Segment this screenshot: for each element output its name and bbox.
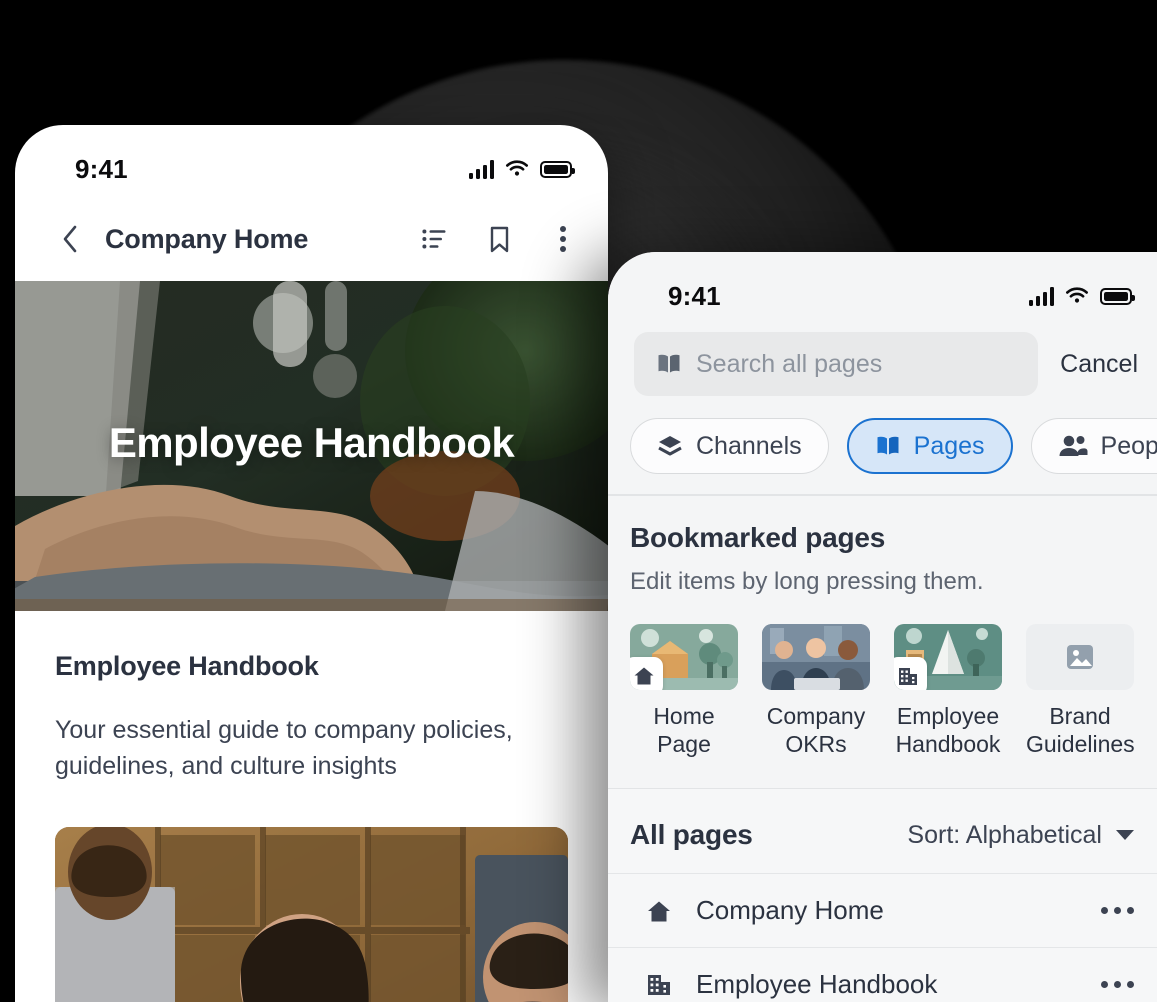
bookmark-icon[interactable] — [484, 224, 514, 254]
filter-chip-label: Channels — [696, 431, 802, 460]
screenshot-stage: 9:41 Company Home Employee Handbook Empl… — [0, 0, 1157, 1002]
article-paragraph: Your essential guide to company policies… — [55, 716, 513, 781]
bookmark-label: Home Page — [653, 702, 715, 757]
outline-list-icon[interactable] — [420, 224, 450, 254]
bookmark-thumbnail — [1026, 623, 1134, 690]
status-icons — [468, 159, 575, 179]
search-input[interactable]: Search all pages — [634, 332, 1039, 396]
navigation-bar: Company Home — [15, 197, 608, 281]
home-icon — [630, 656, 663, 690]
chevron-down-icon — [1116, 830, 1134, 841]
bookmarked-section: Bookmarked pages Edit items by long pres… — [608, 495, 1157, 788]
sort-dropdown[interactable]: Sort: Alphabetical — [907, 821, 1134, 850]
wifi-icon — [1066, 287, 1088, 303]
status-icons — [1028, 286, 1135, 306]
filter-chip-label: Pages — [913, 431, 985, 460]
cancel-button[interactable]: Cancel — [1060, 350, 1138, 379]
phone-company-home: 9:41 Company Home Employee Handbook Empl… — [15, 125, 608, 1002]
list-item-label: Employee Handbook — [696, 969, 938, 1000]
status-time: 9:41 — [75, 153, 128, 184]
home-icon — [648, 901, 670, 922]
filter-chip-label: People — [1100, 431, 1157, 460]
building-icon — [894, 656, 927, 690]
nav-actions — [420, 224, 578, 254]
bookmark-label: Company OKRs — [766, 702, 866, 757]
list-item-label: Company Home — [696, 895, 884, 926]
bookmark-card[interactable]: Home Page — [630, 623, 738, 762]
list-item[interactable]: Company Home — [608, 873, 1157, 947]
all-pages-section: All pages Sort: Alphabetical Company Hom… — [608, 789, 1157, 1002]
chevron-left-icon[interactable] — [53, 222, 87, 256]
phone-search-pages: 9:41 Search all pages Cancel Channels Pa… — [608, 252, 1157, 1002]
bookmark-label: Brand Guidelines — [1026, 702, 1135, 757]
filter-chips: Channels Pages People — [608, 396, 1157, 494]
building-icon — [648, 974, 670, 995]
search-row: Search all pages Cancel — [608, 324, 1157, 396]
status-bar-back: 9:41 — [15, 125, 608, 197]
people-icon — [1059, 435, 1088, 456]
search-placeholder: Search all pages — [696, 349, 883, 378]
article-body: Employee Handbook Your essential guide t… — [15, 611, 608, 1002]
pages-book-icon — [877, 436, 899, 455]
page-title: Company Home — [105, 223, 309, 254]
channels-layers-icon — [658, 436, 682, 456]
bookmark-thumbnail — [894, 623, 1002, 690]
bookmark-card[interactable]: Employee Handbook — [894, 623, 1002, 762]
filter-chip-people[interactable]: People — [1030, 418, 1157, 474]
pages-list: Company Home Employee Handbook — [608, 873, 1157, 1002]
all-pages-header: All pages Sort: Alphabetical — [608, 789, 1157, 851]
hero-title: Employee Handbook — [108, 419, 515, 466]
list-item[interactable]: Employee Handbook — [608, 947, 1157, 1002]
status-bar-front: 9:41 — [608, 252, 1157, 324]
more-vertical-icon[interactable] — [548, 224, 578, 254]
pages-book-icon — [658, 354, 680, 373]
hero-banner: Employee Handbook — [15, 281, 608, 611]
signal-bars-icon — [1028, 286, 1054, 306]
all-pages-heading: All pages — [630, 819, 753, 851]
battery-full-icon — [540, 160, 575, 178]
filter-chip-pages[interactable]: Pages — [846, 418, 1013, 474]
battery-full-icon — [1100, 287, 1135, 305]
bookmark-thumbnail — [762, 623, 870, 690]
filter-chip-channels[interactable]: Channels — [630, 418, 829, 474]
article-heading: Employee Handbook — [55, 651, 319, 681]
bookmarked-heading: Bookmarked pages — [630, 521, 886, 553]
more-horizontal-icon[interactable] — [1101, 907, 1134, 915]
sort-label: Sort: Alphabetical — [907, 820, 1102, 849]
wifi-icon — [506, 160, 528, 176]
bookmark-thumbnail — [630, 623, 738, 690]
more-horizontal-icon[interactable] — [1101, 981, 1134, 989]
signal-bars-icon — [468, 159, 494, 179]
bookmarked-carousel[interactable]: Home Page Company OKRs Employee Handbook… — [608, 596, 1157, 788]
image-placeholder-icon — [1067, 644, 1093, 669]
bookmark-card[interactable]: Brand Guidelines — [1026, 623, 1135, 762]
bookmark-card[interactable]: Company OKRs — [762, 623, 870, 762]
bookmarked-subtitle: Edit items by long pressing them. — [630, 567, 984, 595]
article-image — [55, 826, 568, 1002]
status-time: 9:41 — [668, 280, 721, 311]
bookmark-label: Employee Handbook — [895, 702, 1001, 757]
